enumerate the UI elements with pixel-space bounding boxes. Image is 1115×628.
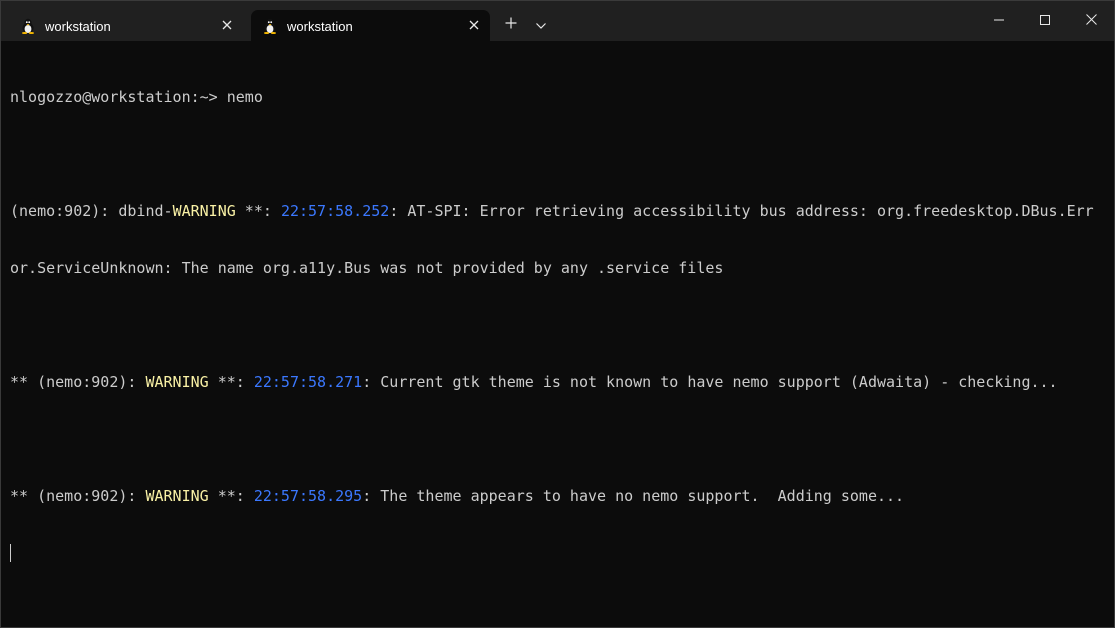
log-line: (nemo:902): dbind-WARNING **: 22:57:58.2… <box>10 202 1108 221</box>
terminal-output[interactable]: nlogozzo@workstation:~> nemo (nemo:902):… <box>10 50 1108 601</box>
log-prefix: ** (nemo:902): <box>10 373 146 391</box>
terminal-window: workstation workstation nlogozzo@worksta… <box>0 0 1115 628</box>
tab-dropdown-button[interactable] <box>527 11 555 39</box>
minimize-icon <box>994 12 1004 30</box>
close-window-button[interactable] <box>1068 1 1114 41</box>
tab-workstation-2[interactable]: workstation <box>251 10 490 41</box>
warning-label: WARNING <box>145 373 209 391</box>
log-line: ** (nemo:902): WARNING **: 22:57:58.295:… <box>10 487 1108 506</box>
log-separator: **: <box>208 487 254 505</box>
cursor-line <box>10 544 1108 563</box>
chevron-down-icon <box>536 16 546 34</box>
log-timestamp: 22:57:58.252 <box>280 202 390 220</box>
tab-workstation-1[interactable]: workstation <box>9 10 243 41</box>
log-message: : AT-SPI: Error retrieving accessibility… <box>389 202 1094 220</box>
linux-tux-icon <box>263 18 277 34</box>
log-separator: **: <box>208 373 254 391</box>
warning-label: WARNING <box>145 487 209 505</box>
maximize-button[interactable] <box>1022 1 1068 41</box>
maximize-icon <box>1040 12 1050 30</box>
tab-close-icon[interactable] <box>218 16 236 34</box>
log-separator: **: <box>235 202 281 220</box>
plus-icon <box>505 16 517 34</box>
new-tab-button[interactable] <box>497 11 525 39</box>
log-prefix: (nemo:902): dbind- <box>10 202 173 220</box>
warning-label: WARNING <box>172 202 236 220</box>
log-message: : Current gtk theme is not known to have… <box>362 373 1058 391</box>
tab-close-icon[interactable] <box>465 16 483 34</box>
log-line: ** (nemo:902): WARNING **: 22:57:58.271:… <box>10 373 1108 392</box>
log-message: : The theme appears to have no nemo supp… <box>362 487 905 505</box>
close-icon <box>1085 12 1097 30</box>
log-timestamp: 22:57:58.295 <box>253 487 363 505</box>
log-timestamp: 22:57:58.271 <box>253 373 363 391</box>
tab-title: workstation <box>287 19 353 34</box>
linux-tux-icon <box>21 18 35 34</box>
log-prefix: ** (nemo:902): <box>10 487 146 505</box>
text-cursor <box>10 544 11 562</box>
title-bar[interactable]: workstation workstation <box>1 1 1114 41</box>
minimize-button[interactable] <box>976 1 1022 41</box>
prompt-line: nlogozzo@workstation:~> nemo <box>10 88 1108 107</box>
shell-prompt: nlogozzo@workstation:~> <box>10 88 227 106</box>
command-text: nemo <box>226 88 263 106</box>
log-message: or.ServiceUnknown: The name org.a11y.Bus… <box>10 259 724 277</box>
log-line-continued: or.ServiceUnknown: The name org.a11y.Bus… <box>10 259 1108 278</box>
tab-title: workstation <box>45 19 111 34</box>
